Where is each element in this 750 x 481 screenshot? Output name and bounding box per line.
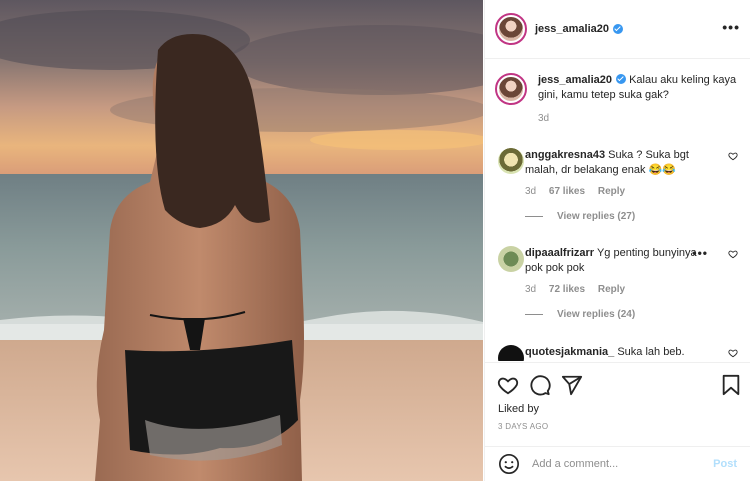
author-username[interactable]: jess_amalia20	[535, 23, 609, 35]
share-icon[interactable]	[561, 374, 583, 396]
more-horizontal-icon[interactable]: •••	[722, 20, 740, 34]
comment-item: quotesjakmania_ Suka lah beb.	[498, 345, 738, 361]
emoji-icon[interactable]	[498, 453, 520, 475]
verified-badge-icon	[616, 74, 627, 84]
comment-time: 3d	[525, 284, 537, 295]
reply-button[interactable]: Reply	[598, 186, 625, 197]
view-replies-button[interactable]: View replies (24)	[525, 309, 738, 320]
comment-text: Suka lah beb.	[617, 346, 685, 358]
comment-item: anggakresna43 Suka ? Suka bgt malah, dr …	[498, 148, 738, 222]
post-caption: jess_amalia20 Kalau aku keling kaya gini…	[495, 73, 741, 124]
comments-list[interactable]: jess_amalia20 Kalau aku keling kaya gini…	[485, 59, 750, 361]
add-comment-bar: Add a comment... Post	[485, 446, 750, 481]
bookmark-icon[interactable]	[721, 374, 741, 396]
post-photo[interactable]	[0, 0, 483, 481]
like-comment-heart-icon[interactable]	[728, 249, 738, 259]
post-side-panel: jess_amalia20 ••• jess_amalia20 Kalau ak…	[484, 0, 750, 481]
comment-username[interactable]: dipaaalfrizarr	[525, 247, 594, 259]
caption-username[interactable]: jess_amalia20	[538, 74, 612, 86]
post-header: jess_amalia20 •••	[485, 0, 750, 59]
reply-button[interactable]: Reply	[598, 284, 625, 295]
liked-by-text[interactable]: Liked by	[498, 403, 539, 415]
comment-time: 3d	[525, 186, 537, 197]
comment-more-icon[interactable]: •••	[692, 246, 708, 260]
caption-time: 3d	[538, 113, 550, 124]
post-timestamp: 3 DAYS AGO	[498, 422, 549, 431]
verified-badge-icon	[613, 24, 624, 34]
view-replies-button[interactable]: View replies (27)	[525, 211, 738, 222]
comment-username[interactable]: quotesjakmania_	[525, 346, 614, 358]
like-comment-heart-icon[interactable]	[728, 151, 738, 161]
view-replies-label: View replies (24)	[557, 309, 636, 320]
author-avatar[interactable]	[495, 13, 527, 45]
like-comment-heart-icon[interactable]	[728, 348, 738, 358]
heart-icon[interactable]	[497, 374, 519, 396]
caption-avatar[interactable]	[495, 73, 527, 105]
comment-input[interactable]: Add a comment...	[532, 458, 713, 470]
comment-avatar[interactable]	[498, 246, 524, 272]
post-comment-button[interactable]: Post	[713, 458, 737, 470]
comment-username[interactable]: anggakresna43	[525, 149, 605, 161]
comment-likes[interactable]: 67 likes	[549, 186, 585, 197]
comment-avatar[interactable]	[498, 345, 524, 361]
comment-item: dipaaalfrizarr Yg penting bunyinya pok p…	[498, 246, 738, 320]
post-actions: Liked by 3 DAYS AGO	[485, 362, 750, 446]
divider-line	[525, 216, 543, 217]
comment-avatar[interactable]	[498, 148, 524, 174]
comment-likes[interactable]: 72 likes	[549, 284, 585, 295]
view-replies-label: View replies (27)	[557, 211, 636, 222]
divider-line	[525, 314, 543, 315]
comment-icon[interactable]	[529, 374, 551, 396]
